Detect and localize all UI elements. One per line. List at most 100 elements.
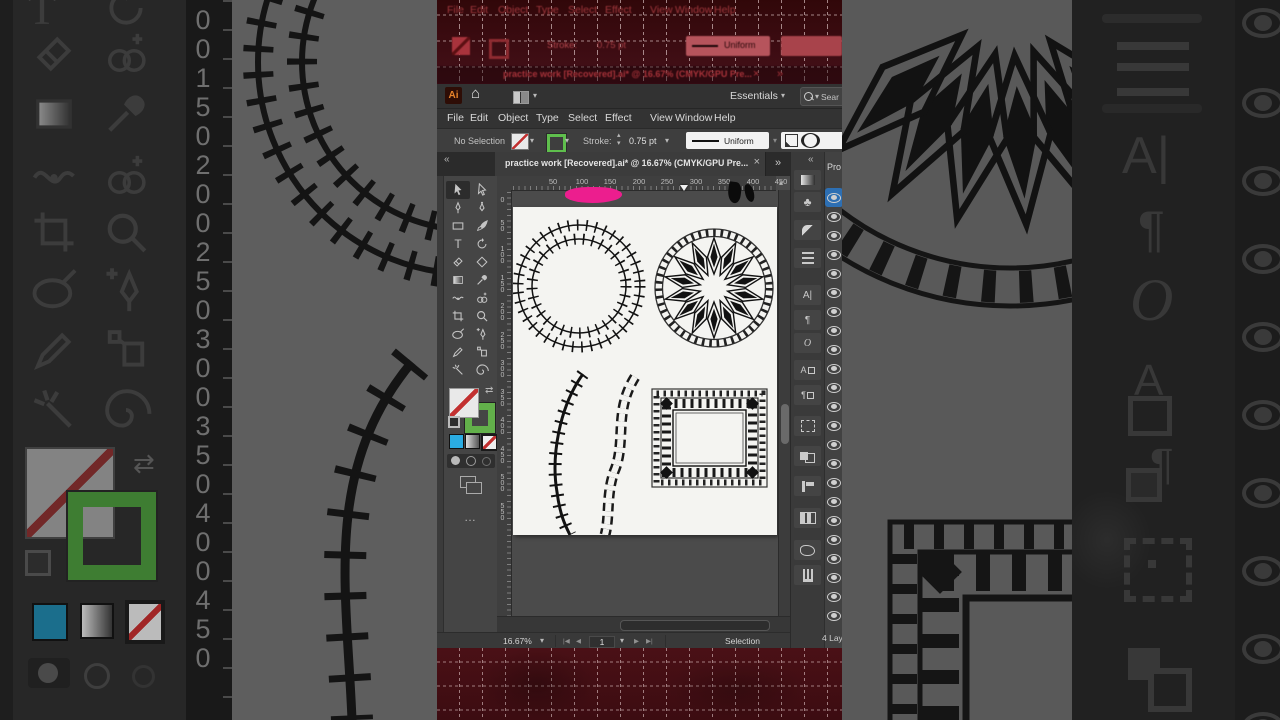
pathfinder-panel-icon[interactable] <box>794 446 821 466</box>
menu-help[interactable]: Help <box>714 112 736 124</box>
artboard[interactable] <box>512 207 777 538</box>
layer-visibility-toggle[interactable] <box>825 188 842 207</box>
last-artboard-nav[interactable]: ▶| <box>646 637 653 645</box>
fill-proxy[interactable] <box>449 388 479 418</box>
search-text[interactable]: Sear <box>821 92 839 102</box>
stroke-weight-caret[interactable]: ▾ <box>665 137 669 145</box>
tool-shaper[interactable] <box>446 325 470 343</box>
vertical-ruler[interactable]: 0 50 100 150 200 250 300 350 400 450 500… <box>497 190 512 616</box>
tool-type[interactable]: T <box>446 235 470 253</box>
arrange-documents-icon[interactable] <box>513 91 529 104</box>
layer-visibility-toggle[interactable] <box>825 340 842 359</box>
layer-visibility-toggle[interactable] <box>825 359 842 378</box>
tool-symbol-sprayer[interactable] <box>470 343 494 361</box>
layer-visibility-toggle[interactable] <box>825 207 842 226</box>
search-box[interactable]: ▾ Sear <box>800 87 842 106</box>
gradient-tool-panel-icon[interactable] <box>794 220 821 240</box>
stroke-stepper-up[interactable]: ▴ <box>617 131 621 139</box>
draw-normal-icon[interactable] <box>451 456 460 465</box>
tool-add-anchor[interactable] <box>470 325 494 343</box>
layer-visibility-toggle[interactable] <box>825 549 842 568</box>
tool-curvature[interactable] <box>470 199 494 217</box>
fill-caret[interactable]: ▾ <box>530 137 534 145</box>
layer-visibility-toggle[interactable] <box>825 397 842 416</box>
layer-visibility-toggle[interactable] <box>825 568 842 587</box>
layer-visibility-toggle[interactable] <box>825 587 842 606</box>
tab-close-icon[interactable]: × <box>754 156 760 168</box>
char-styles-panel-icon[interactable]: A <box>794 360 821 380</box>
zoom-level[interactable]: 16.67% <box>503 636 532 646</box>
fill-color-well[interactable] <box>511 133 529 150</box>
vertical-scrollbar-thumb[interactable] <box>781 404 789 444</box>
color-mode-none[interactable] <box>481 434 498 451</box>
arrange-documents-caret[interactable]: ▾ <box>533 92 537 100</box>
align-panel-icon[interactable] <box>794 476 821 496</box>
draw-behind-icon[interactable] <box>466 456 476 466</box>
layer-visibility-toggle[interactable] <box>825 473 842 492</box>
workspace-switcher[interactable]: Essentials <box>730 90 778 102</box>
color-mode-gradient[interactable] <box>465 434 480 449</box>
layer-visibility-toggle[interactable] <box>825 530 842 549</box>
horizontal-scrollbar-thumb[interactable] <box>620 620 770 631</box>
ruler-scroll-arrow[interactable]: ▴ <box>779 178 783 187</box>
swap-fill-stroke-icon[interactable]: ⇄ <box>485 385 493 396</box>
layer-visibility-toggle[interactable] <box>825 302 842 321</box>
workspace-caret[interactable]: ▾ <box>781 92 785 100</box>
artboard-number[interactable]: 1 <box>589 636 615 648</box>
ai-logo[interactable]: Ai <box>445 87 462 104</box>
layer-visibility-toggle[interactable] <box>825 435 842 454</box>
layer-visibility-toggle[interactable] <box>825 264 842 283</box>
first-artboard-nav[interactable]: |◀ <box>563 637 570 645</box>
tool-paintbrush[interactable] <box>470 217 494 235</box>
default-fill-stroke-icon[interactable] <box>448 416 460 428</box>
artboards-panel-icon[interactable] <box>794 508 821 528</box>
tool-eraser[interactable] <box>446 253 470 271</box>
width-profile-caret[interactable]: ▾ <box>773 137 777 145</box>
stroke-weight-value[interactable]: 0.75 pt <box>629 136 657 146</box>
next-artboard-nav[interactable]: ▶ <box>634 637 639 645</box>
swatches-panel-icon[interactable] <box>794 540 821 560</box>
layer-visibility-toggle[interactable] <box>825 245 842 264</box>
tool-width[interactable] <box>446 289 470 307</box>
stroke-caret[interactable]: ▾ <box>565 137 569 145</box>
tool-magic-wand[interactable] <box>446 361 470 379</box>
document-tab[interactable]: practice work [Recovered].ai* @ 16.67% (… <box>495 152 766 176</box>
layer-visibility-toggle[interactable] <box>825 226 842 245</box>
menu-select[interactable]: Select <box>568 112 597 124</box>
clover-panel-icon[interactable]: ♣ <box>794 192 821 212</box>
stroke-color-well[interactable] <box>546 133 567 154</box>
para-styles-panel-icon[interactable]: ¶ <box>794 385 821 405</box>
layer-visibility-toggle[interactable] <box>825 321 842 340</box>
menu-object[interactable]: Object <box>498 112 528 124</box>
layer-visibility-toggle[interactable] <box>825 454 842 473</box>
tool-shape-builder[interactable] <box>470 289 494 307</box>
vertical-scrollbar[interactable] <box>778 190 790 616</box>
tool-zoom[interactable] <box>470 307 494 325</box>
tool-selection[interactable] <box>446 181 470 199</box>
menu-edit[interactable]: Edit <box>470 112 488 124</box>
menu-file[interactable]: File <box>447 112 464 124</box>
brushes-panel-icon[interactable] <box>794 565 821 585</box>
layer-visibility-toggle[interactable] <box>825 492 842 511</box>
tool-eyedropper[interactable] <box>470 271 494 289</box>
home-icon[interactable]: ⌂ <box>471 85 480 102</box>
stroke-panel-icon[interactable] <box>794 248 821 268</box>
tool-pencil[interactable] <box>446 343 470 361</box>
menu-type[interactable]: Type <box>536 112 559 124</box>
search-caret[interactable]: ▾ <box>815 92 819 101</box>
tool-pen[interactable] <box>446 199 470 217</box>
menu-view[interactable]: View <box>650 112 673 124</box>
ruler-corner[interactable] <box>497 176 512 191</box>
tool-rotate[interactable] <box>470 235 494 253</box>
tool-gradient[interactable] <box>446 271 470 289</box>
tool-spiral[interactable] <box>470 361 494 379</box>
draw-inside-icon[interactable] <box>482 457 491 466</box>
layer-visibility-toggle[interactable] <box>825 511 842 530</box>
layer-visibility-toggle[interactable] <box>825 378 842 397</box>
tool-artboard[interactable] <box>446 307 470 325</box>
opentype-panel-icon[interactable]: O <box>794 333 821 353</box>
paragraph-panel-icon[interactable]: ¶ <box>794 310 821 330</box>
layer-visibility-toggle[interactable] <box>825 283 842 302</box>
horizontal-scrollbar[interactable] <box>497 616 790 633</box>
tool-rectangle[interactable] <box>446 217 470 235</box>
